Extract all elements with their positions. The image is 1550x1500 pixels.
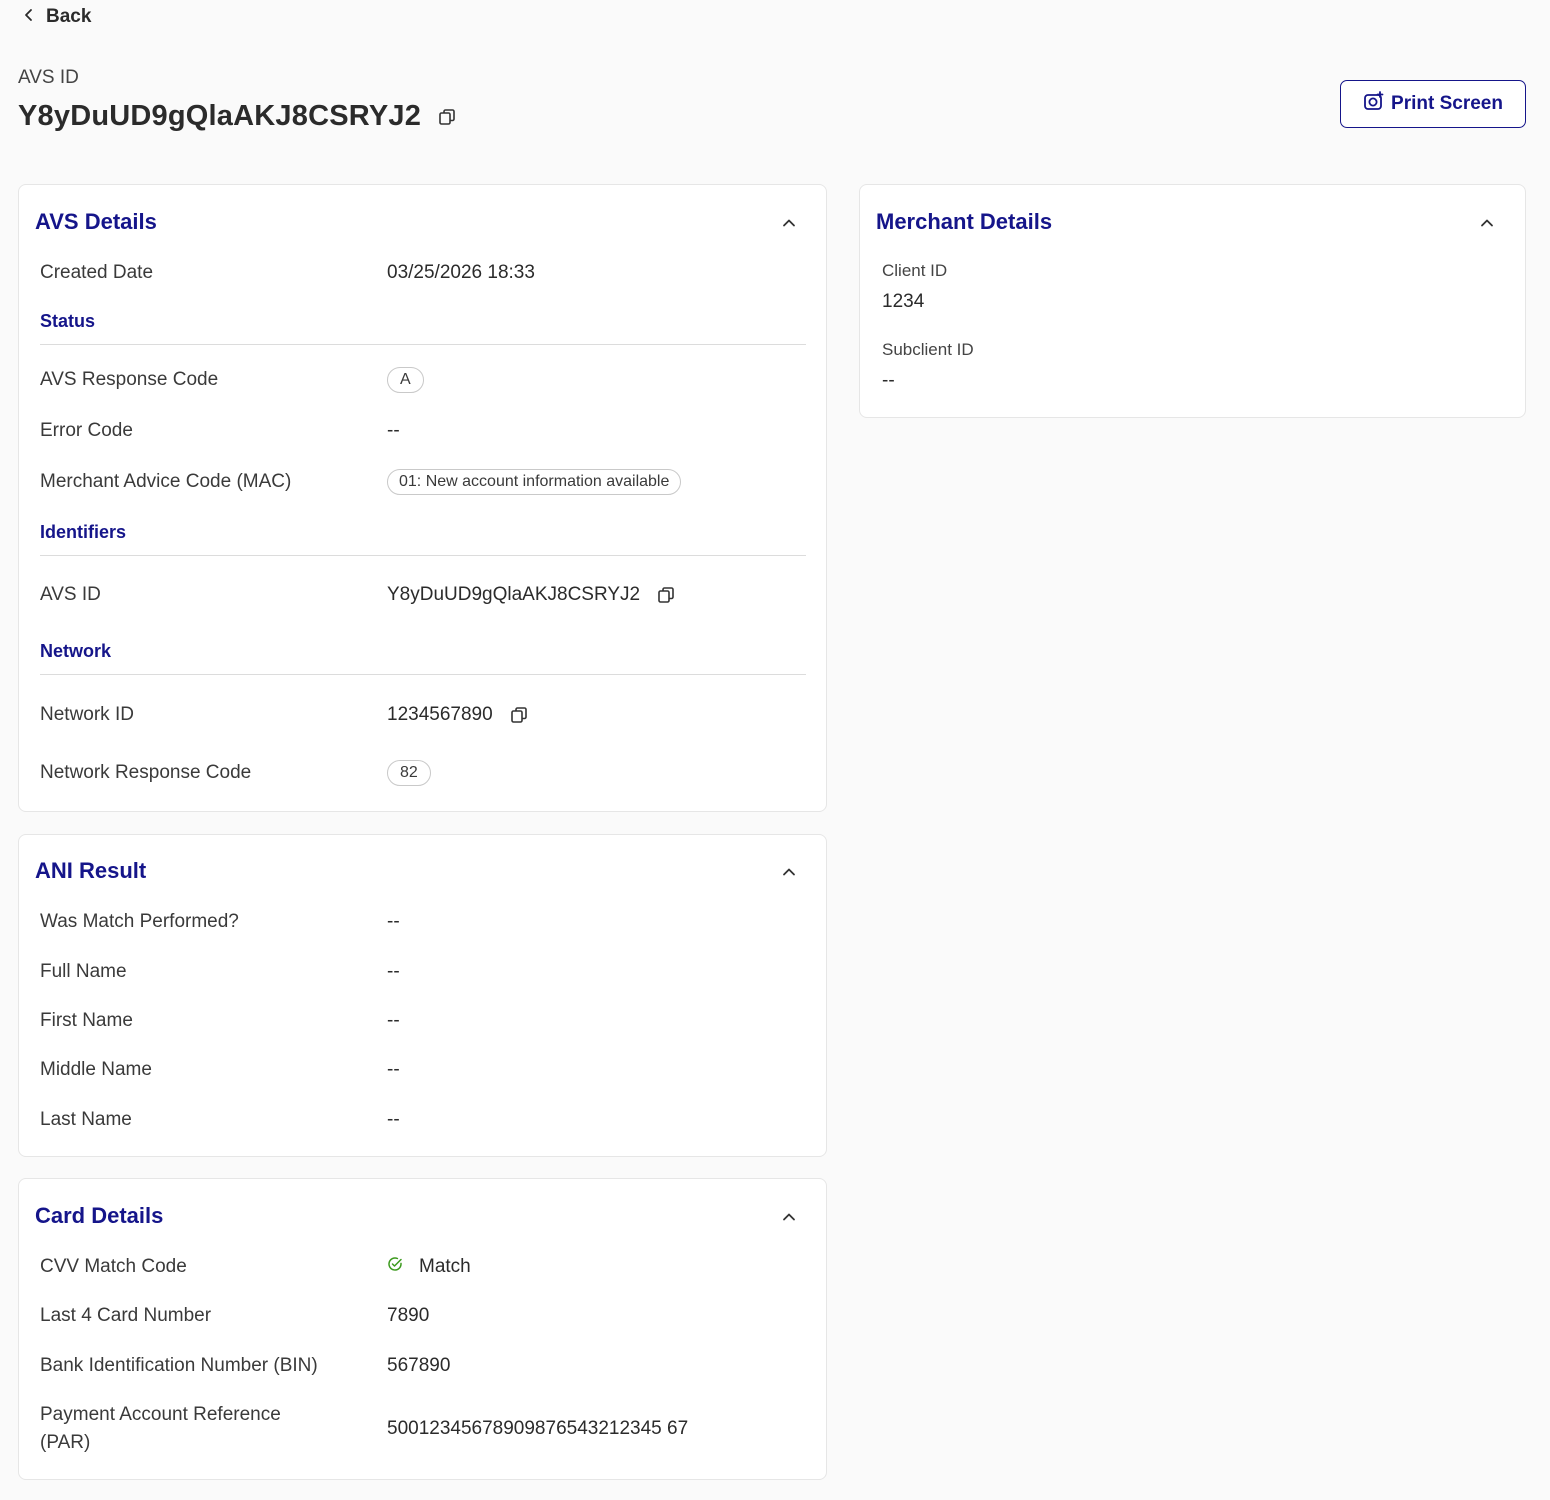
avs-id-value: Y8yDuUD9gQlaAKJ8CSRYJ2 xyxy=(18,100,422,132)
avs-details-card: AVS Details Created Date 03/25/2026 18:3… xyxy=(18,184,827,812)
mac-row: Merchant Advice Code (MAC) 01: New accou… xyxy=(40,468,806,496)
error-code-row: Error Code -- xyxy=(40,417,806,445)
identifiers-section-heading: Identifiers xyxy=(40,522,806,556)
ani-row-label: Full Name xyxy=(40,961,127,982)
avs-details-title: AVS Details xyxy=(35,209,157,234)
network-id-value: 1234567890 xyxy=(387,704,493,725)
network-response-badge: 82 xyxy=(387,760,431,786)
bin-row: Bank Identification Number (BIN) 567890 xyxy=(40,1352,806,1380)
created-date-label: Created Date xyxy=(40,262,154,283)
client-id-value: 1234 xyxy=(882,291,925,312)
print-screen-label: Print Screen xyxy=(1391,93,1503,114)
card-details-card: Card Details CVV Match Code Match Last 4… xyxy=(18,1178,827,1480)
card-details-title: Card Details xyxy=(35,1203,164,1228)
back-link[interactable]: Back xyxy=(22,6,91,28)
error-code-label: Error Code xyxy=(40,420,133,441)
created-date-value: 03/25/2026 18:33 xyxy=(387,262,535,283)
ani-row: Was Match Performed? -- xyxy=(40,908,806,936)
cvv-match-label: CVV Match Code xyxy=(40,1256,187,1277)
par-label-line2: (PAR) xyxy=(40,1432,91,1453)
par-value: 50012345678909876543212345 67 xyxy=(387,1418,689,1439)
network-response-label: Network Response Code xyxy=(40,762,252,783)
last4-label: Last 4 Card Number xyxy=(40,1305,212,1326)
last4-value: 7890 xyxy=(387,1305,430,1326)
par-label: Payment Account Reference (PAR) xyxy=(40,1401,387,1457)
ani-row-value: -- xyxy=(387,1010,400,1031)
copy-icon[interactable] xyxy=(509,705,529,725)
ani-row-value: -- xyxy=(387,961,400,982)
bin-value: 567890 xyxy=(387,1355,451,1376)
camera-plus-icon xyxy=(1363,90,1385,118)
ani-result-card: ANI Result Was Match Performed? -- Full … xyxy=(18,834,827,1157)
network-response-row: Network Response Code 82 xyxy=(40,759,806,787)
mac-label: Merchant Advice Code (MAC) xyxy=(40,471,292,492)
avs-id-row-label: AVS ID xyxy=(40,584,101,605)
copy-icon[interactable] xyxy=(437,107,457,127)
ani-row: Full Name -- xyxy=(40,958,806,986)
bin-label: Bank Identification Number (BIN) xyxy=(40,1355,318,1376)
chevron-up-icon[interactable] xyxy=(1479,215,1495,231)
ani-row-label: Middle Name xyxy=(40,1059,152,1080)
merchant-details-title: Merchant Details xyxy=(876,209,1053,234)
avs-id-row: AVS ID Y8yDuUD9gQlaAKJ8CSRYJ2 xyxy=(40,581,806,609)
chevron-up-icon[interactable] xyxy=(781,1209,797,1225)
subclient-id-value: -- xyxy=(882,370,895,391)
client-id-label: Client ID xyxy=(882,261,948,280)
network-id-label: Network ID xyxy=(40,704,134,725)
avs-response-code-label: AVS Response Code xyxy=(40,369,219,390)
chevron-left-icon xyxy=(22,6,36,28)
ani-row-label: First Name xyxy=(40,1010,133,1031)
merchant-details-card: Merchant Details Client ID 1234 Subclien… xyxy=(859,184,1526,418)
ani-row-value: -- xyxy=(387,1059,400,1080)
page-title: Y8yDuUD9gQlaAKJ8CSRYJ2 xyxy=(18,100,457,133)
cvv-match-row: CVV Match Code Match xyxy=(40,1253,806,1281)
back-label: Back xyxy=(46,6,92,27)
ani-row: First Name -- xyxy=(40,1007,806,1035)
ani-row-value: -- xyxy=(387,1109,400,1130)
cvv-match-status: Match xyxy=(387,1256,471,1278)
avs-id-row-value: Y8yDuUD9gQlaAKJ8CSRYJ2 xyxy=(387,584,641,605)
chevron-up-icon[interactable] xyxy=(781,215,797,231)
par-label-line1: Payment Account Reference xyxy=(40,1404,281,1425)
mac-badge: 01: New account information available xyxy=(387,469,682,495)
subclient-id-label: Subclient ID xyxy=(882,340,974,359)
cvv-match-value: Match xyxy=(419,1256,471,1277)
ani-row: Middle Name -- xyxy=(40,1056,806,1084)
par-row: Payment Account Reference (PAR) 50012345… xyxy=(40,1401,806,1457)
network-id-row: Network ID 1234567890 xyxy=(40,701,806,729)
avs-id-label: AVS ID xyxy=(18,67,79,88)
ani-result-title: ANI Result xyxy=(35,858,147,883)
chevron-up-icon[interactable] xyxy=(781,864,797,880)
print-screen-button[interactable]: Print Screen xyxy=(1340,80,1526,128)
status-section-heading: Status xyxy=(40,311,806,345)
check-circle-icon xyxy=(387,1256,403,1278)
avs-response-code-row: AVS Response Code A xyxy=(40,366,806,394)
network-section-heading: Network xyxy=(40,641,806,675)
ani-row-label: Last Name xyxy=(40,1109,132,1130)
last4-row: Last 4 Card Number 7890 xyxy=(40,1302,806,1330)
ani-row-value: -- xyxy=(387,911,400,932)
copy-icon[interactable] xyxy=(656,585,676,605)
avs-response-code-badge: A xyxy=(387,367,424,393)
created-date-row: Created Date 03/25/2026 18:33 xyxy=(40,259,806,287)
ani-row-label: Was Match Performed? xyxy=(40,911,239,932)
error-code-value: -- xyxy=(387,420,400,441)
ani-row: Last Name -- xyxy=(40,1106,806,1134)
